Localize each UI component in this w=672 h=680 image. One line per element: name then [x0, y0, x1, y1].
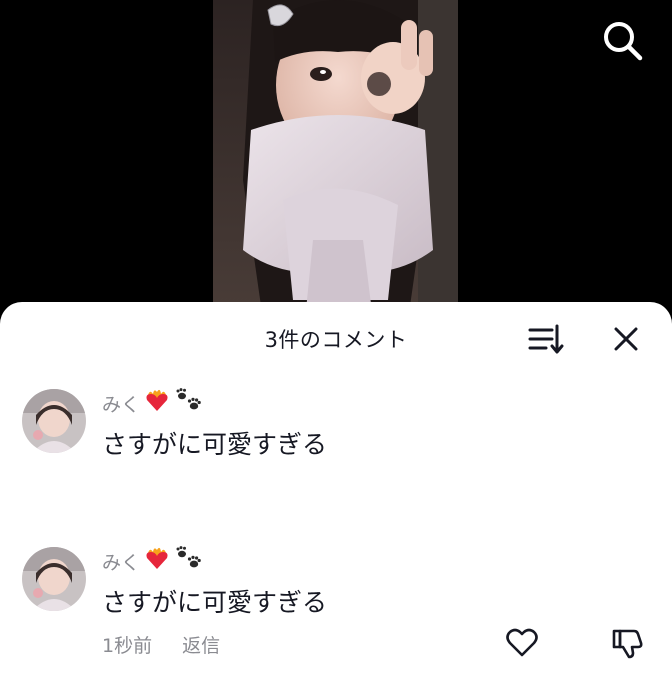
close-icon [614, 327, 638, 351]
video-area [0, 0, 672, 320]
comments-sheet: 3件のコメント みく さすがに可愛すぎる みく さすがに可愛すぎる 1秒前 返信 [0, 302, 672, 680]
comment-text: さすがに可愛すぎる [102, 430, 328, 459]
sort-icon [528, 324, 564, 354]
paw-prints-icon [174, 545, 204, 581]
comment-username[interactable]: みく [102, 387, 204, 423]
search-button[interactable] [598, 16, 646, 64]
thumbs-down-icon [612, 629, 643, 659]
comment-item: みく [0, 387, 672, 489]
comment-meta: 1秒前 返信 [102, 631, 220, 658]
heart-on-fire-icon [144, 545, 170, 581]
comment-time: 1秒前 [102, 635, 153, 657]
sort-button[interactable] [524, 320, 568, 360]
avatar-image [22, 389, 86, 453]
like-button[interactable] [502, 623, 542, 663]
close-button[interactable] [604, 320, 648, 360]
avatar[interactable] [22, 547, 86, 611]
username-text: みく [102, 394, 141, 416]
comment-text: さすがに可愛すぎる [102, 588, 328, 617]
comments-title: 3件のコメント [264, 328, 408, 352]
heart-on-fire-icon [144, 387, 170, 423]
dislike-button[interactable] [608, 623, 648, 663]
paw-prints-icon [174, 387, 204, 423]
avatar[interactable] [22, 389, 86, 453]
video-player[interactable] [213, 0, 458, 320]
heart-outline-icon [506, 628, 538, 657]
username-text: みく [102, 552, 141, 574]
comment-username[interactable]: みく [102, 545, 204, 581]
reply-button[interactable]: 返信 [182, 631, 220, 658]
search-icon [604, 22, 643, 61]
avatar-image [22, 547, 86, 611]
comment-item: みく [0, 545, 672, 677]
video-thumbnail [213, 0, 458, 320]
